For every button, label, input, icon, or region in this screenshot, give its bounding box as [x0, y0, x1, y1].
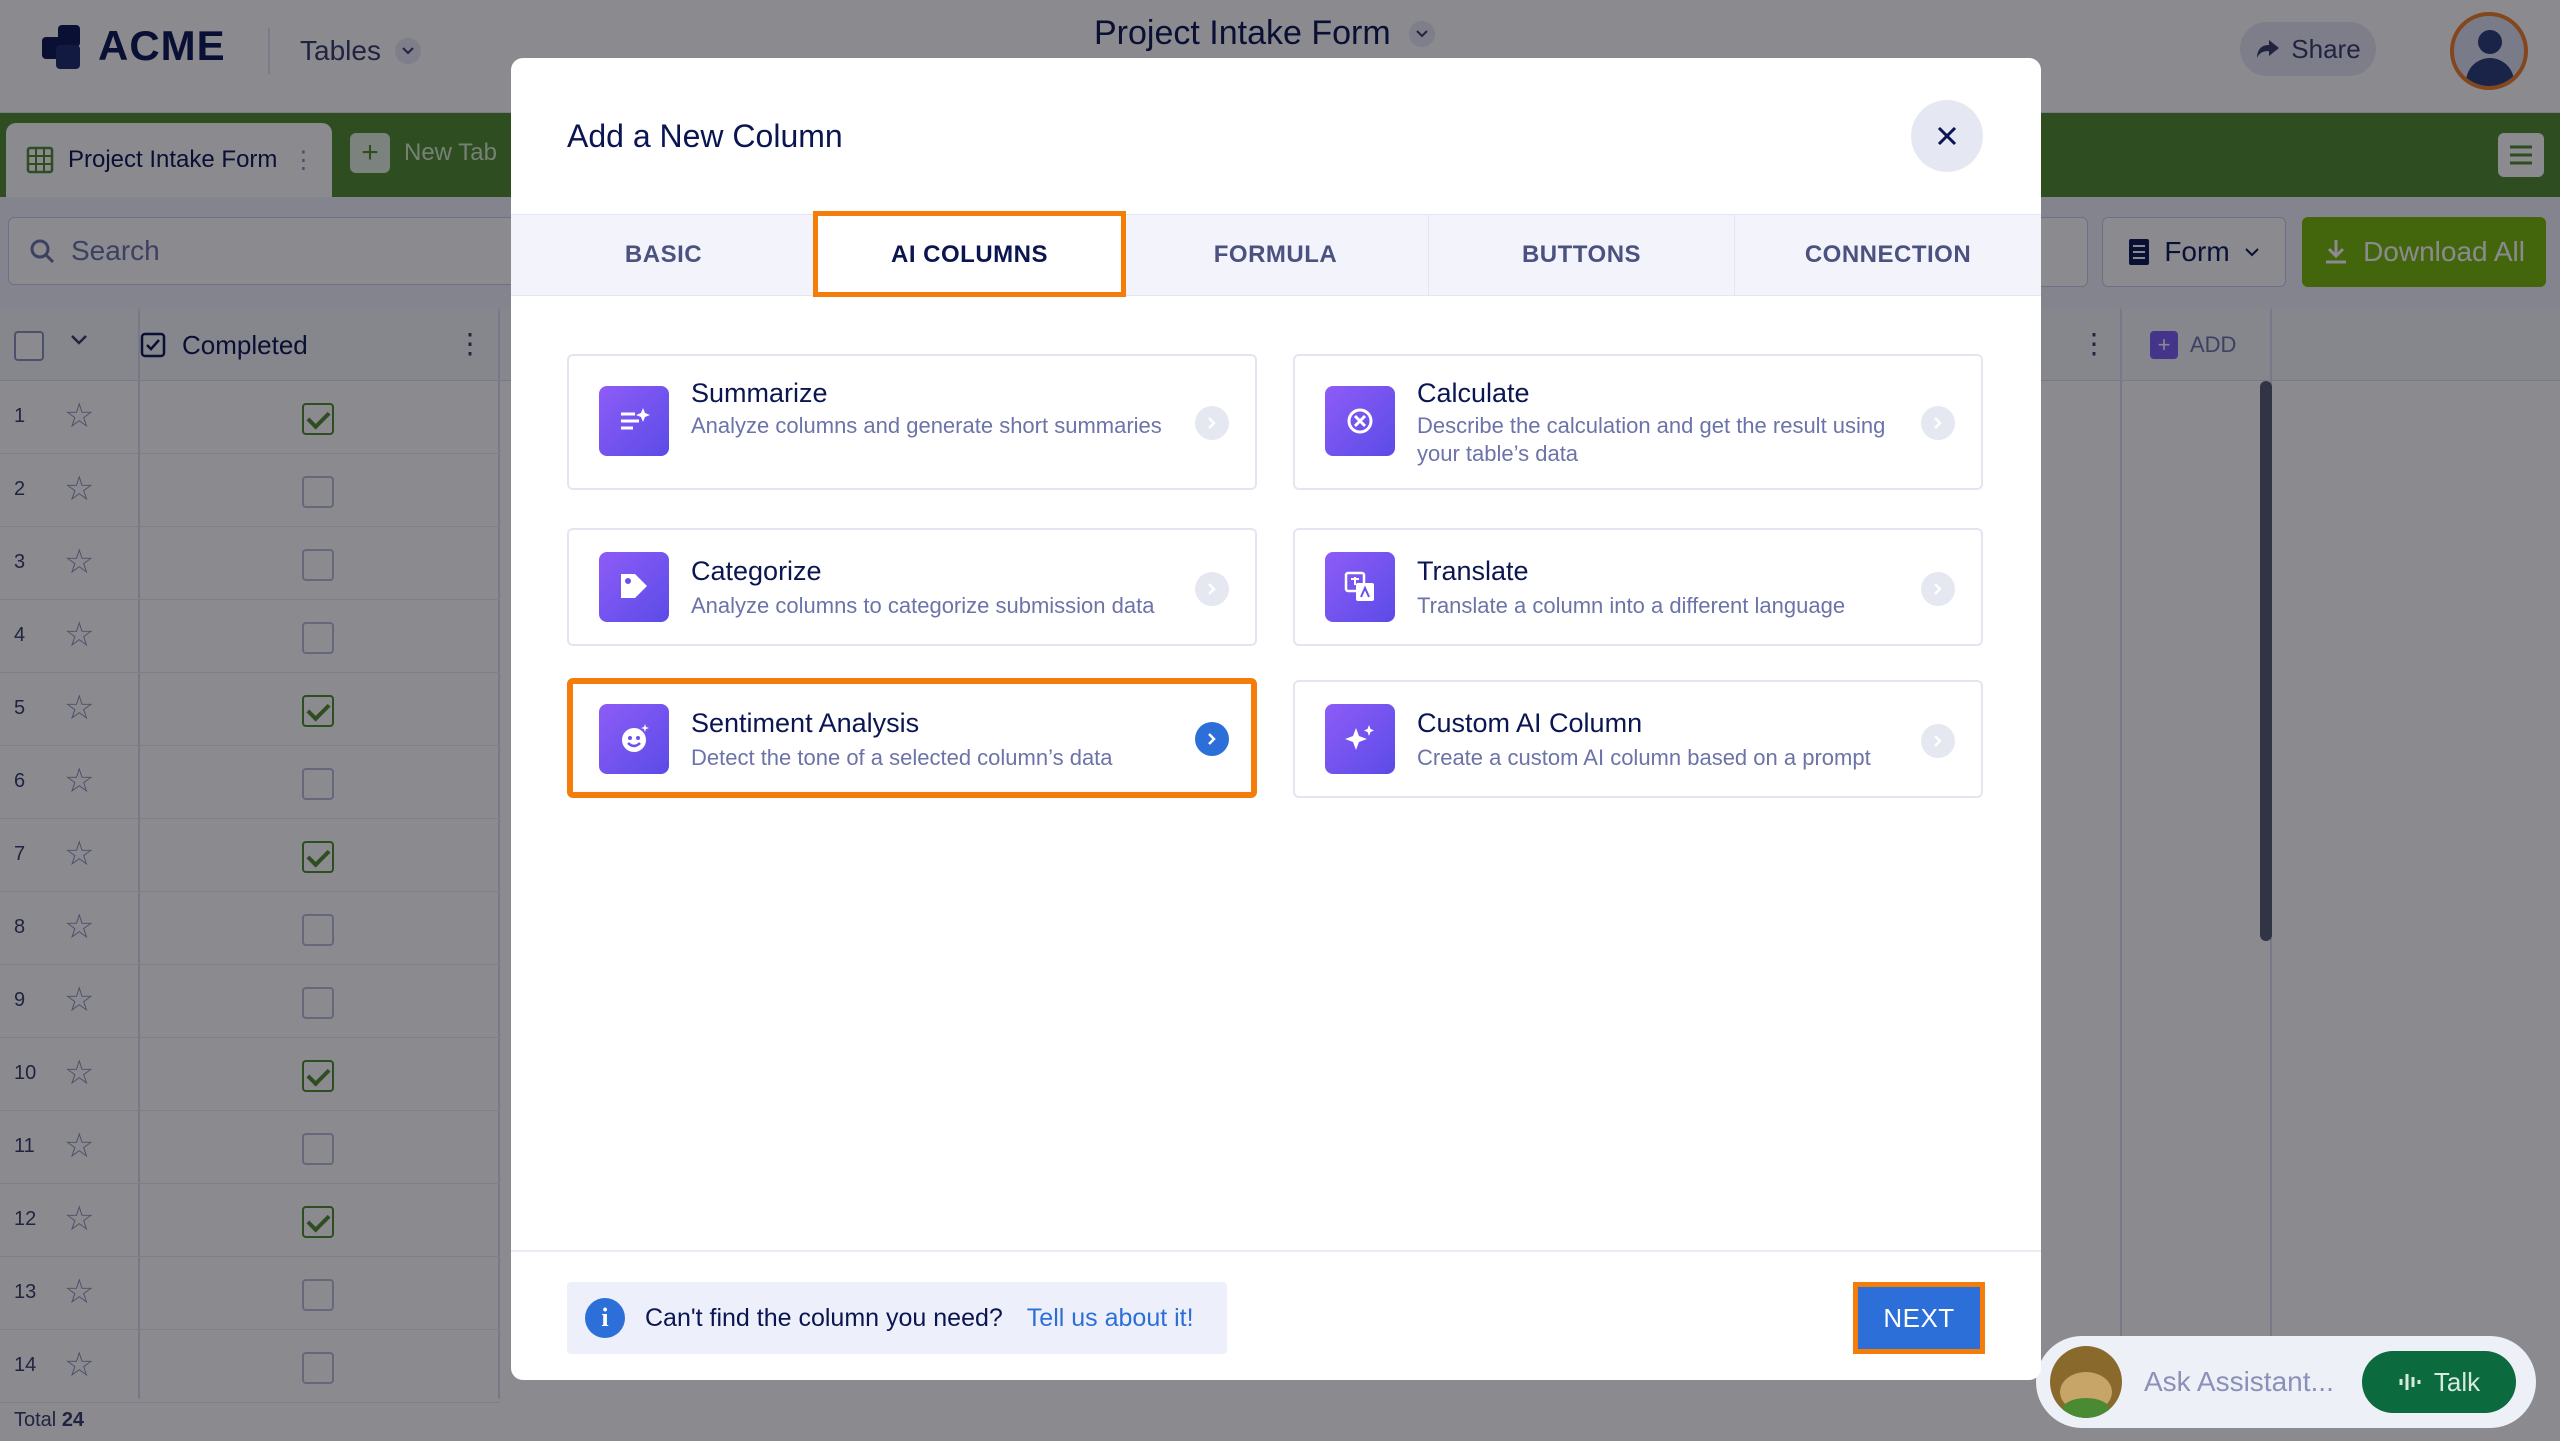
- tell-us-link[interactable]: Tell us about it!: [1027, 1304, 1194, 1333]
- card-title: Translate: [1417, 556, 1529, 586]
- chevron-right-icon: [1921, 406, 1955, 440]
- ai-assistant-bar[interactable]: Ask Assistant... Talk: [2036, 1336, 2536, 1428]
- sentiment-icon: [599, 704, 669, 774]
- next-button[interactable]: NEXT: [1853, 1282, 1985, 1354]
- chevron-right-icon: [1921, 724, 1955, 758]
- modal-title: Add a New Column: [567, 118, 843, 154]
- card-title: Calculate: [1417, 378, 1530, 408]
- card-summarize[interactable]: Summarize Analyze columns and generate s…: [567, 354, 1257, 490]
- add-column-modal: Add a New Column BASIC AI COLUMNS FORMUL…: [511, 58, 2041, 1380]
- card-calculate[interactable]: Calculate Describe the calculation and g…: [1293, 354, 1983, 490]
- card-description: Analyze columns to categorize submission…: [691, 593, 1155, 618]
- card-description: Translate a column into a different lang…: [1417, 593, 1846, 618]
- card-title: Summarize: [691, 378, 828, 408]
- assistant-avatar: [2050, 1346, 2122, 1418]
- card-description: Detect the tone of a selected column’s d…: [691, 745, 1113, 770]
- tab-formula[interactable]: FORMULA: [1123, 215, 1429, 295]
- help-banner: i Can't find the column you need? Tell u…: [567, 1282, 1227, 1354]
- card-title: Custom AI Column: [1417, 708, 1643, 738]
- info-icon: i: [585, 1298, 625, 1338]
- card-title: Categorize: [691, 556, 822, 586]
- chevron-right-icon: [1195, 406, 1229, 440]
- summarize-icon: [599, 386, 669, 456]
- tab-connection[interactable]: CONNECTION: [1735, 215, 2041, 295]
- card-translate[interactable]: Translate Translate a column into a diff…: [1293, 528, 1983, 646]
- chevron-right-icon: [1195, 572, 1229, 606]
- chevron-right-icon: [1195, 722, 1229, 756]
- card-description: Describe the calculation and get the res…: [1417, 413, 1886, 466]
- close-icon: [1937, 126, 1957, 146]
- column-type-tabs: BASIC AI COLUMNS FORMULA BUTTONS CONNECT…: [511, 211, 2041, 297]
- tab-basic[interactable]: BASIC: [511, 215, 817, 295]
- translate-icon: [1325, 552, 1395, 622]
- card-description: Create a custom AI column based on a pro…: [1417, 745, 1871, 770]
- talk-button[interactable]: Talk: [2362, 1351, 2516, 1413]
- tab-ai-columns[interactable]: AI COLUMNS: [813, 211, 1126, 297]
- close-button[interactable]: [1911, 100, 1983, 172]
- calculate-icon: [1325, 386, 1395, 456]
- chevron-right-icon: [1921, 572, 1955, 606]
- card-description: Analyze columns and generate short summa…: [691, 413, 1162, 438]
- audio-wave-icon: [2399, 1374, 2421, 1390]
- assistant-input[interactable]: Ask Assistant...: [2144, 1366, 2340, 1398]
- card-custom-ai-column[interactable]: Custom AI Column Create a custom AI colu…: [1293, 680, 1983, 798]
- card-sentiment-analysis[interactable]: Sentiment Analysis Detect the tone of a …: [567, 678, 1257, 798]
- card-title: Sentiment Analysis: [691, 708, 920, 738]
- help-text: Can't find the column you need?: [645, 1303, 1003, 1332]
- card-categorize[interactable]: Categorize Analyze columns to categorize…: [567, 528, 1257, 646]
- sparkle-icon: [1325, 704, 1395, 774]
- talk-label: Talk: [2433, 1366, 2481, 1397]
- tab-buttons[interactable]: BUTTONS: [1429, 215, 1735, 295]
- categorize-icon: [599, 552, 669, 622]
- modal-footer: i Can't find the column you need? Tell u…: [511, 1250, 2041, 1380]
